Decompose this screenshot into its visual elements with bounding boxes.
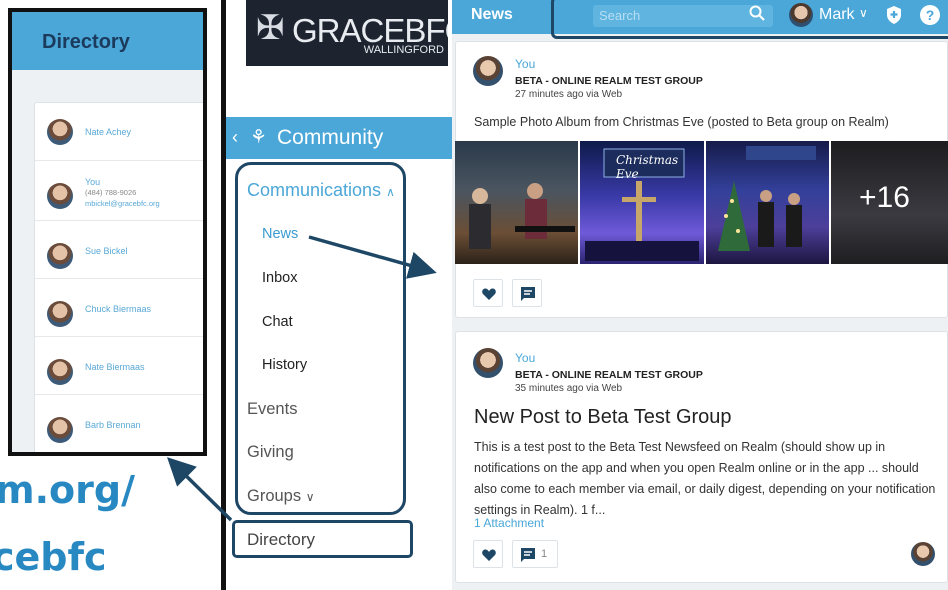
contact-name: Nate Biermaas	[85, 362, 145, 372]
contact-name: Chuck Biermaas	[85, 304, 152, 314]
post-title: New Post to Beta Test Group	[474, 406, 732, 428]
communications-highlight-box	[235, 162, 406, 515]
post-group[interactable]: BETA - ONLINE REALM TEST GROUP	[515, 75, 703, 87]
heart-icon	[482, 288, 496, 300]
contact-phone: (484) 788-9026	[85, 188, 137, 197]
nav-inbox[interactable]: Inbox	[262, 270, 297, 286]
post-text: This is a test post to the Beta Test New…	[474, 440, 936, 517]
church-logo: ✠ GRACEBFC WALLINGFORD	[246, 0, 448, 66]
page-title: News	[471, 6, 513, 23]
comment-button[interactable]: 1	[512, 540, 558, 568]
more-photos-tile[interactable]: +16	[831, 141, 948, 264]
nav-communications-label: Communications	[247, 180, 382, 200]
post-text: Sample Photo Album from Christmas Eve (p…	[474, 115, 889, 129]
comment-button[interactable]	[512, 279, 542, 307]
avatar[interactable]	[473, 348, 503, 378]
phone-directory-screen: Directory Nate Achey You (484) 788-9026 …	[8, 8, 207, 456]
community-label: Community	[277, 126, 384, 149]
album-photo[interactable]	[455, 141, 578, 264]
banner-caption: Christmas Eve	[616, 153, 679, 181]
community-back-button[interactable]: ‹ ⚘ Community	[226, 117, 452, 159]
nav-groups-label: Groups	[247, 487, 302, 505]
nav-history[interactable]: History	[262, 357, 307, 373]
comment-icon	[521, 287, 535, 301]
nav-chat[interactable]: Chat	[262, 314, 293, 330]
cross-logo-icon: ✠	[256, 9, 285, 47]
nav-communications[interactable]: Communications ∧	[247, 180, 395, 201]
url-fragment: cebfc	[0, 535, 107, 579]
heart-icon	[482, 549, 496, 561]
logo-subtitle: WALLINGFORD	[363, 44, 444, 56]
contact-row[interactable]: Sue Bickel	[35, 221, 203, 279]
contact-row[interactable]: Chuck Biermaas	[35, 279, 203, 337]
post-author[interactable]: You	[515, 351, 535, 365]
post-group[interactable]: BETA - ONLINE REALM TEST GROUP	[515, 369, 703, 381]
url-fragment: m.org/	[0, 468, 135, 512]
contact-name: You	[85, 177, 101, 187]
nav-directory[interactable]: Directory	[247, 530, 315, 550]
nav-events[interactable]: Events	[247, 400, 297, 419]
avatar	[47, 243, 73, 269]
contact-row[interactable]: You (484) 788-9026 mbickel@gracebfc.org	[35, 161, 203, 221]
post-time: 27 minutes ago via Web	[515, 89, 623, 100]
post-time: 35 minutes ago via Web	[515, 383, 623, 394]
contact-row[interactable]: Nate Achey	[35, 103, 203, 161]
avatar	[47, 301, 73, 327]
nav-news[interactable]: News	[262, 226, 298, 242]
chevron-left-icon: ‹	[232, 127, 238, 147]
avatar	[47, 417, 73, 443]
avatar	[47, 119, 73, 145]
phone-title: Directory	[42, 31, 130, 53]
contact-row[interactable]: Barb Brennan	[35, 395, 203, 452]
panel-divider	[221, 0, 226, 590]
atom-icon: ⚘	[250, 127, 268, 148]
more-photos-count: +16	[859, 181, 910, 214]
like-button[interactable]	[473, 279, 503, 307]
album-photo[interactable]	[706, 141, 829, 264]
avatar[interactable]	[911, 542, 935, 566]
nav-groups[interactable]: Groups ∨	[247, 487, 315, 506]
chevron-down-icon: ∨	[305, 490, 315, 504]
avatar	[47, 359, 73, 385]
nav-giving[interactable]: Giving	[247, 443, 294, 462]
avatar[interactable]	[473, 56, 503, 86]
contact-name: Sue Bickel	[85, 246, 128, 256]
contact-email[interactable]: mbickel@gracebfc.org	[85, 199, 160, 208]
avatar	[47, 183, 73, 209]
comment-icon	[521, 548, 535, 562]
album-photo[interactable]: Christmas Eve	[580, 141, 704, 264]
contact-list: Nate Achey You (484) 788-9026 mbickel@gr…	[34, 102, 203, 452]
contact-row[interactable]: Nate Biermaas	[35, 337, 203, 395]
attachments-link[interactable]: 1 Attachment	[474, 516, 544, 530]
comment-count: 1	[541, 548, 548, 560]
contact-name: Barb Brennan	[85, 420, 141, 430]
screenshot-stage: Directory Nate Achey You (484) 788-9026 …	[0, 0, 948, 590]
contact-name: Nate Achey	[85, 127, 132, 137]
topbar-highlight-box	[551, 0, 948, 39]
phone-header: Directory	[12, 12, 203, 70]
post-author[interactable]: You	[515, 57, 535, 71]
chevron-up-icon: ∧	[386, 185, 395, 199]
like-button[interactable]	[473, 540, 503, 568]
